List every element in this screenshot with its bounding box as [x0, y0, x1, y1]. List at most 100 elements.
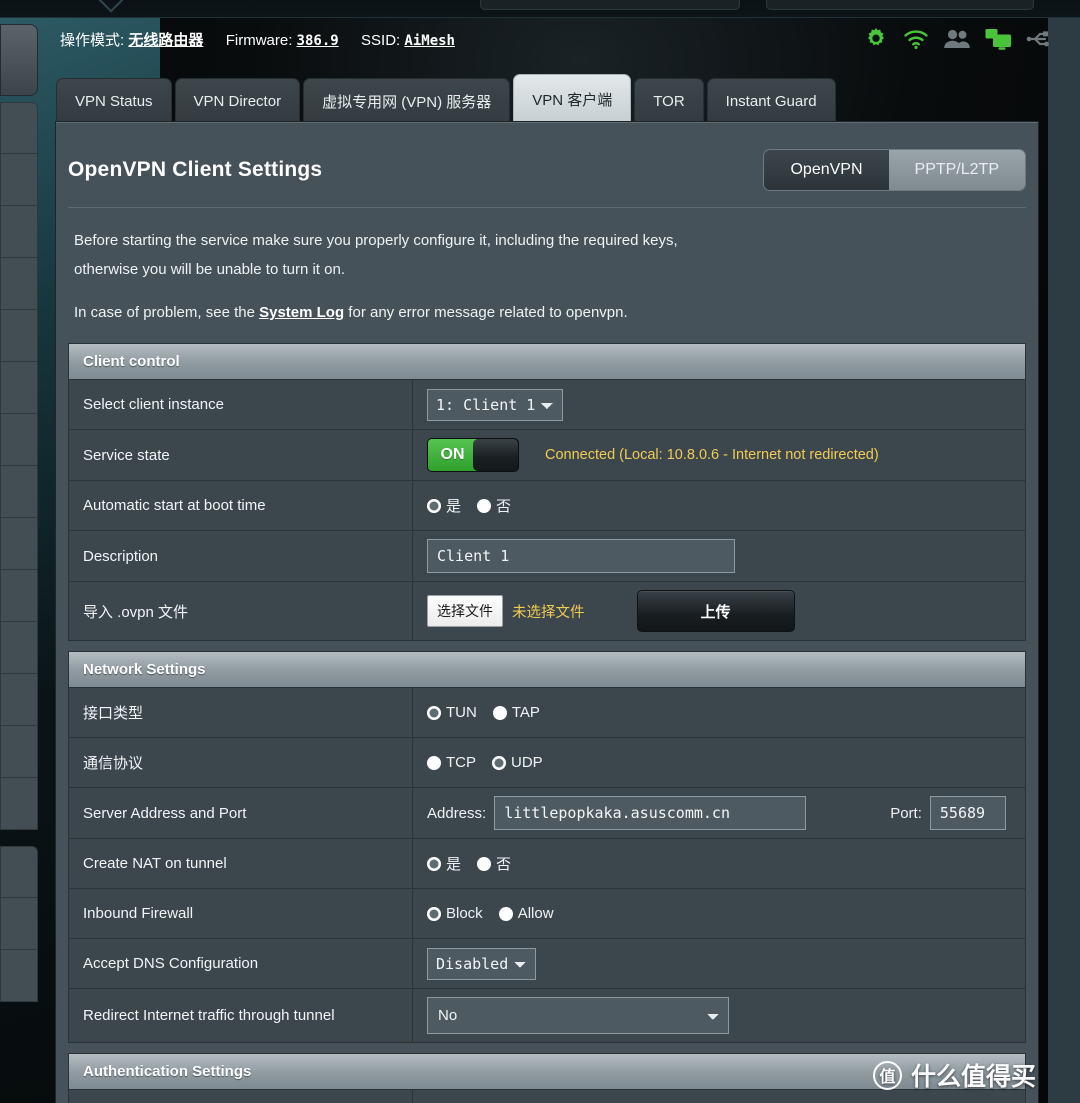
row-import-ovpn: 导入 .ovpn 文件 选择文件 未选择文件 上传	[69, 582, 1025, 641]
protocol-option-udp-label: UDP	[511, 754, 543, 771]
server-port-input[interactable]	[929, 796, 1006, 830]
ssid-value[interactable]: AiMesh	[404, 33, 455, 49]
radio-icon-unchecked[interactable]	[477, 498, 492, 513]
tab-instant-guard[interactable]: Instant Guard	[706, 78, 836, 124]
tab-vpn-director[interactable]: VPN Director	[174, 78, 301, 124]
radio-icon-checked[interactable]	[427, 906, 441, 921]
radio-icon-checked[interactable]	[427, 498, 441, 513]
row-create-nat: Create NAT on tunnel 是 否	[69, 839, 1025, 889]
interface-type-radio-group[interactable]: TUN TAP	[427, 704, 550, 721]
sidebar-item-14[interactable]	[0, 778, 38, 830]
create-nat-option-no[interactable]: 否	[477, 853, 511, 874]
radio-icon-unchecked[interactable]	[498, 906, 513, 921]
sidebar-logo-button[interactable]	[0, 24, 38, 96]
radio-icon-unchecked[interactable]	[477, 856, 492, 871]
interface-type-option-tun[interactable]: TUN	[427, 704, 477, 721]
sidebar-item-2[interactable]	[0, 154, 38, 206]
toggle-on-label: ON	[428, 439, 477, 471]
label-select-client-instance: Select client instance	[69, 380, 413, 429]
sidebar-item-8[interactable]	[0, 466, 38, 518]
auto-start-option-yes[interactable]: 是	[427, 495, 461, 516]
inbound-firewall-radio-group[interactable]: Block Allow	[427, 905, 564, 922]
protocol-option-udp[interactable]: UDP	[492, 754, 543, 771]
row-accept-dns: Accept DNS Configuration Disabled	[69, 939, 1025, 989]
file-chooser[interactable]: 选择文件 未选择文件	[427, 595, 585, 627]
label-accept-dns: Accept DNS Configuration	[69, 939, 413, 988]
sidebar-item-9[interactable]	[0, 518, 38, 570]
section-header-client-control: Client control	[69, 344, 1025, 380]
select-client-instance-dropdown[interactable]: 1: Client 1	[427, 388, 563, 421]
watermark: 值 什么值得买	[872, 1057, 1036, 1093]
watermark-text: 什么值得买	[910, 1063, 1036, 1091]
segment-openvpn[interactable]: OpenVPN	[764, 150, 889, 190]
radio-icon-checked[interactable]	[427, 705, 441, 720]
top-cropped-strip	[0, 0, 1080, 18]
sidebar-item-13[interactable]	[0, 726, 38, 778]
gear-icon[interactable]	[863, 26, 889, 52]
sidebar-item-16[interactable]	[0, 898, 38, 950]
inbound-firewall-option-allow[interactable]: Allow	[498, 905, 554, 922]
usb-icon[interactable]	[1026, 29, 1052, 49]
sidebar-item-7[interactable]	[0, 414, 38, 466]
label-inbound-firewall: Inbound Firewall	[69, 889, 413, 938]
radio-icon-unchecked[interactable]	[492, 705, 507, 720]
choose-file-button[interactable]: 选择文件	[427, 595, 503, 627]
interface-type-option-tap[interactable]: TAP	[492, 704, 540, 721]
clients-monitor-icon[interactable]	[985, 28, 1012, 51]
tab-vpn-client[interactable]: VPN 客户端	[513, 74, 632, 124]
row-auto-start: Automatic start at boot time 是 否	[69, 481, 1025, 531]
sidebar-item-6[interactable]	[0, 362, 38, 414]
wifi-icon[interactable]	[903, 28, 929, 50]
create-nat-option-yes[interactable]: 是	[427, 853, 461, 874]
system-log-link[interactable]: System Log	[259, 304, 344, 321]
auto-start-option-yes-label: 是	[446, 498, 462, 515]
sidebar-item-1[interactable]	[0, 102, 38, 154]
accept-dns-dropdown[interactable]: Disabled	[427, 947, 536, 980]
service-state-toggle[interactable]: ON	[427, 438, 519, 472]
radio-icon-checked[interactable]	[492, 755, 506, 770]
radio-icon-checked[interactable]	[427, 856, 441, 871]
sidebar-item-17[interactable]	[0, 950, 38, 1002]
sidebar-item-5[interactable]	[0, 310, 38, 362]
header-icon-tray[interactable]	[863, 26, 1052, 52]
sidebar-item-10[interactable]	[0, 570, 38, 622]
server-address-input[interactable]	[494, 796, 807, 830]
tab-vpn-server[interactable]: 虚拟专用网 (VPN) 服务器	[303, 78, 511, 124]
toggle-knob[interactable]	[473, 439, 518, 471]
tab-vpn-status[interactable]: VPN Status	[56, 78, 172, 124]
sidebar-item-11[interactable]	[0, 622, 38, 674]
upload-button[interactable]: 上传	[636, 590, 795, 632]
firmware-value[interactable]: 386.9	[297, 33, 339, 49]
create-nat-radio-group[interactable]: 是 否	[427, 853, 521, 874]
row-select-client-instance: Select client instance 1: Client 1	[69, 380, 1025, 430]
tab-tor[interactable]: TOR	[634, 78, 704, 124]
label-create-nat: Create NAT on tunnel	[69, 839, 413, 888]
protocol-segmented-control[interactable]: OpenVPN PPTP/L2TP	[763, 149, 1026, 191]
inbound-firewall-option-block[interactable]: Block	[427, 905, 483, 922]
radio-icon-unchecked[interactable]	[427, 755, 441, 770]
operation-mode-value[interactable]: 无线路由器	[128, 32, 203, 49]
label-interface-type: 接口类型	[69, 688, 413, 737]
segment-pptp-l2tp[interactable]: PPTP/L2TP	[888, 150, 1025, 190]
sidebar-group-advanced[interactable]	[0, 846, 40, 1002]
row-protocol: 通信协议 TCP UDP	[69, 738, 1025, 788]
sidebar-item-15[interactable]	[0, 846, 38, 898]
interface-type-option-tun-label: TUN	[446, 704, 477, 721]
inbound-firewall-option-block-label: Block	[446, 905, 483, 922]
users-icon[interactable]	[943, 28, 971, 50]
sidebar-group-general[interactable]	[0, 102, 40, 830]
sidebar-item-4[interactable]	[0, 258, 38, 310]
protocol-option-tcp[interactable]: TCP	[427, 754, 476, 771]
inbound-firewall-option-allow-label: Allow	[517, 905, 554, 922]
tab-bar[interactable]: VPN Status VPN Director 虚拟专用网 (VPN) 服务器 …	[56, 74, 836, 124]
label-protocol: 通信协议	[69, 738, 413, 787]
intro-line-2: otherwise you will be unable to turn it …	[74, 261, 345, 278]
sidebar-item-3[interactable]	[0, 206, 38, 258]
auto-start-radio-group[interactable]: 是 否	[427, 495, 521, 516]
redirect-traffic-dropdown[interactable]: No	[427, 997, 729, 1034]
protocol-radio-group[interactable]: TCP UDP	[427, 754, 553, 771]
sidebar-item-12[interactable]	[0, 674, 38, 726]
sidebar[interactable]	[0, 24, 40, 1002]
auto-start-option-no[interactable]: 否	[477, 495, 511, 516]
description-input[interactable]	[427, 539, 735, 573]
